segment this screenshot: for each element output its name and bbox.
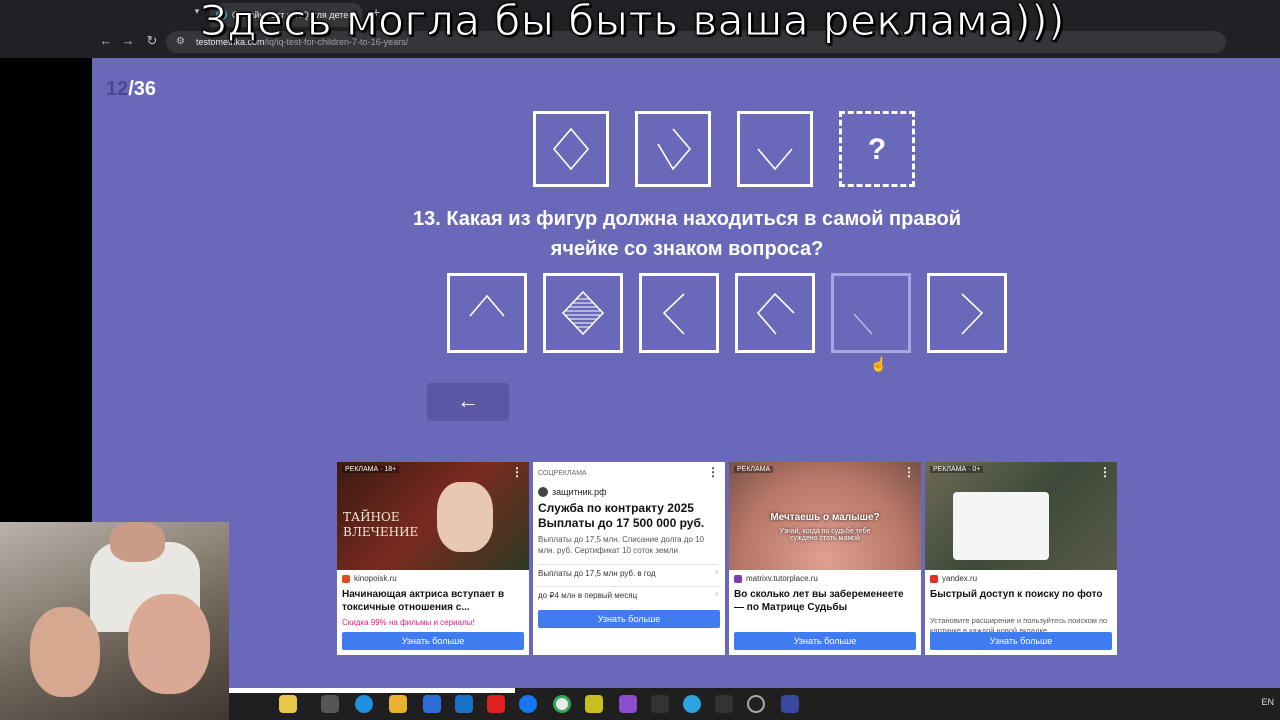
ad-card-3[interactable]: Мечтаешь о малыше? Узнай, когда по судьб… <box>729 462 921 655</box>
chevron-down-icon <box>757 148 793 171</box>
ad-link-row-1[interactable]: Выплаты до 17,5 млн руб. в год <box>538 564 718 578</box>
learn-more-button[interactable]: Узнать больше <box>930 632 1112 650</box>
learn-more-button[interactable]: Узнать больше <box>342 632 524 650</box>
chevron-right-down-icon <box>657 128 692 171</box>
ad-image-text: ТАЙНОЕ ВЛЕЧЕНИЕ <box>343 510 419 539</box>
app-icon[interactable] <box>585 695 603 713</box>
test-page: 12/36 ? 13. Какая из фигур должна находи… <box>92 58 1280 688</box>
ad-menu-icon[interactable]: ⋮ <box>707 465 719 479</box>
ad-link-row-2[interactable]: до ₽4 млн в первый месяц <box>538 586 718 600</box>
learn-more-button[interactable]: Узнать больше <box>538 610 720 628</box>
overlay-caption: Здесь могла бы быть ваша реклама))) <box>200 0 1065 46</box>
answer-option-3[interactable] <box>639 273 719 353</box>
ad-image: Мечтаешь о малыше? Узнай, когда по судьб… <box>729 462 921 570</box>
chevron-right-icon <box>961 293 984 335</box>
telegram-icon[interactable] <box>683 695 701 713</box>
ad-domain: kinopoisk.ru <box>342 574 397 583</box>
ad-title: Быстрый доступ к поиску по фото <box>930 589 1103 600</box>
ad-title: Во сколько лет вы забеременеете — по Мат… <box>734 589 904 613</box>
ad-menu-icon[interactable]: ⋮ <box>511 465 523 479</box>
sequence-cell-1 <box>533 111 609 187</box>
app-icon[interactable] <box>651 695 669 713</box>
copilot-icon[interactable] <box>279 695 297 713</box>
forward-nav-button[interactable]: → <box>120 33 136 48</box>
reload-button[interactable]: ↻ <box>144 33 160 49</box>
question-icon: ? <box>867 133 887 166</box>
youtube-icon[interactable] <box>487 695 505 713</box>
task-view-icon[interactable] <box>321 695 339 713</box>
hand-cursor-icon: ☝ <box>870 356 888 372</box>
ad-image-text: Мечтаешь о малыше? <box>770 512 880 523</box>
ad-label: СОЦРЕКЛАМА <box>538 470 587 477</box>
learn-more-button[interactable]: Узнать больше <box>734 632 916 650</box>
ad-card-2[interactable]: СОЦРЕКЛАМА ⋮ защитник.рф Служба по контр… <box>533 462 725 655</box>
store-icon[interactable] <box>423 695 441 713</box>
webcam-overlay <box>0 522 229 720</box>
diamond-icon <box>552 127 590 171</box>
ad-image-subtext: Узнай, когда по судьбе тебе суждено стат… <box>779 528 871 542</box>
previous-question-button[interactable]: ← <box>427 383 509 421</box>
back-nav-button[interactable]: ← <box>98 33 114 48</box>
answer-option-5[interactable] <box>831 273 911 353</box>
ad-image <box>925 462 1117 570</box>
ad-description: Выплаты до 17,5 млн. Списание долга до 1… <box>538 535 705 555</box>
progress-counter: 12/36 <box>106 78 156 101</box>
sequence-cell-2 <box>635 111 711 187</box>
ad-card-1[interactable]: ТАЙНОЕ ВЛЕЧЕНИЕ РЕКЛАМА · 18+ ⋮ kinopois… <box>337 462 529 655</box>
ad-label: РЕКЛАМА <box>734 466 774 473</box>
person-head <box>110 522 165 562</box>
answer-option-1[interactable] <box>447 273 527 353</box>
facebook-icon[interactable] <box>519 695 537 713</box>
sequence-cell-3 <box>737 111 813 187</box>
ad-image: ТАЙНОЕ ВЛЕЧЕНИЕ <box>337 462 529 570</box>
question-text: 13. Какая из фигур должна находиться в с… <box>412 208 962 260</box>
ad-title: Начинающая актриса вступает в токсичные … <box>342 589 505 613</box>
ad-menu-icon[interactable]: ⋮ <box>1099 465 1111 479</box>
app-icon[interactable] <box>619 695 637 713</box>
ad-label: РЕКЛАМА · 18+ <box>342 466 400 473</box>
chevron-up-icon <box>469 294 505 317</box>
chevron-up-left-icon <box>756 292 795 335</box>
ad-figure <box>437 482 493 552</box>
edge-icon[interactable] <box>355 695 373 713</box>
site-info-icon[interactable]: ⚙ <box>176 37 186 47</box>
ad-title: Служба по контракту 2025 Выплаты до 17 5… <box>538 501 705 530</box>
window-strip <box>229 688 515 693</box>
answer-option-4[interactable] <box>735 273 815 353</box>
ad-domain: matrixv.tutorplace.ru <box>734 574 818 583</box>
progress-current: 12 <box>106 78 129 100</box>
ad-label: РЕКЛАМА · 0+ <box>930 466 984 473</box>
obs-icon[interactable] <box>747 695 765 713</box>
ad-domain: yandex.ru <box>930 574 977 583</box>
person-face <box>30 607 100 697</box>
tray-language[interactable]: EN <box>1261 697 1274 707</box>
ad-card-4[interactable]: РЕКЛАМА · 0+ ⋮ yandex.ru Быстрый доступ … <box>925 462 1117 655</box>
person-face <box>128 594 210 694</box>
progress-total: /36 <box>128 78 157 100</box>
app-icon[interactable] <box>715 695 733 713</box>
ad-domain: защитник.рф <box>538 487 607 497</box>
chrome-icon[interactable] <box>553 695 571 713</box>
outlook-icon[interactable] <box>455 695 473 713</box>
chevron-left-icon <box>662 293 685 335</box>
file-explorer-icon[interactable] <box>389 695 407 713</box>
ad-screenshot-preview <box>953 492 1049 560</box>
ad-promo: Скидка 99% на фильмы и сериалы! <box>342 618 475 627</box>
answer-option-6[interactable] <box>927 273 1007 353</box>
answer-option-2[interactable] <box>543 273 623 353</box>
striped-diamond-icon <box>561 290 605 336</box>
sequence-cell-unknown: ? <box>839 111 915 187</box>
app-icon[interactable] <box>781 695 799 713</box>
slash-icon <box>853 313 873 335</box>
ad-menu-icon[interactable]: ⋮ <box>903 465 915 479</box>
